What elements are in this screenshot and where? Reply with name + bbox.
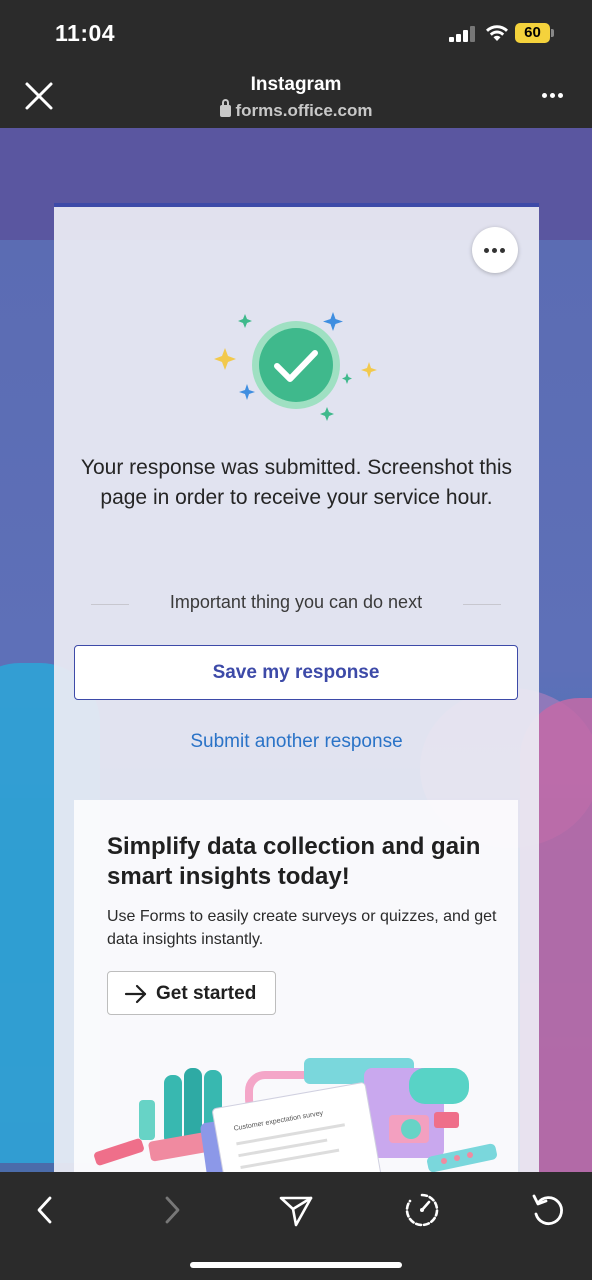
submitted-message: Your response was submitted. Screenshot …: [80, 456, 513, 509]
status-time: 11:04: [55, 20, 116, 46]
browser-url: forms.office.com: [0, 99, 592, 121]
lock-icon: [219, 99, 231, 117]
submit-another-link[interactable]: Submit another response: [54, 731, 539, 753]
arrow-right-icon: [124, 984, 147, 1004]
home-indicator: [190, 1262, 402, 1268]
promo-description: Use Forms to easily create surveys or qu…: [107, 908, 497, 948]
divider-line: [463, 604, 501, 605]
back-icon[interactable]: [25, 1190, 65, 1230]
browser-title: Instagram: [250, 74, 342, 95]
url-text: forms.office.com: [235, 101, 373, 120]
share-icon[interactable]: [276, 1190, 316, 1230]
form-card: Your response was submitted. Screenshot …: [54, 203, 539, 1172]
battery-level: 60: [515, 23, 550, 43]
save-response-button[interactable]: Save my response: [74, 645, 518, 700]
refresh-icon[interactable]: [528, 1190, 568, 1230]
compass-icon[interactable]: [402, 1190, 442, 1230]
promo-title: Simplify data collection and gain smart …: [107, 833, 481, 890]
web-content[interactable]: Your response was submitted. Screenshot …: [0, 128, 592, 1172]
cellular-signal-icon: [449, 26, 477, 42]
success-checkmark-icon: [214, 312, 377, 421]
next-steps-divider: Important thing you can do next: [91, 592, 501, 616]
battery-indicator: 60: [515, 23, 554, 43]
browser-header: Instagram forms.office.com: [0, 64, 592, 128]
forward-icon[interactable]: [152, 1190, 192, 1230]
forms-illustration: Customer expectation survey: [94, 1058, 497, 1172]
form-more-button[interactable]: [472, 227, 518, 273]
get-started-label: Get started: [156, 983, 257, 1004]
bottom-navigation: [0, 1172, 592, 1280]
battery-tip: [551, 29, 554, 37]
status-bar: 11:04 60: [0, 0, 592, 64]
next-steps-label: Important thing you can do next: [169, 592, 423, 612]
forms-promo-card: Simplify data collection and gain smart …: [74, 800, 518, 1172]
get-started-button[interactable]: Get started: [107, 971, 276, 1015]
wifi-icon: [486, 25, 508, 41]
more-options-button[interactable]: [540, 90, 566, 102]
